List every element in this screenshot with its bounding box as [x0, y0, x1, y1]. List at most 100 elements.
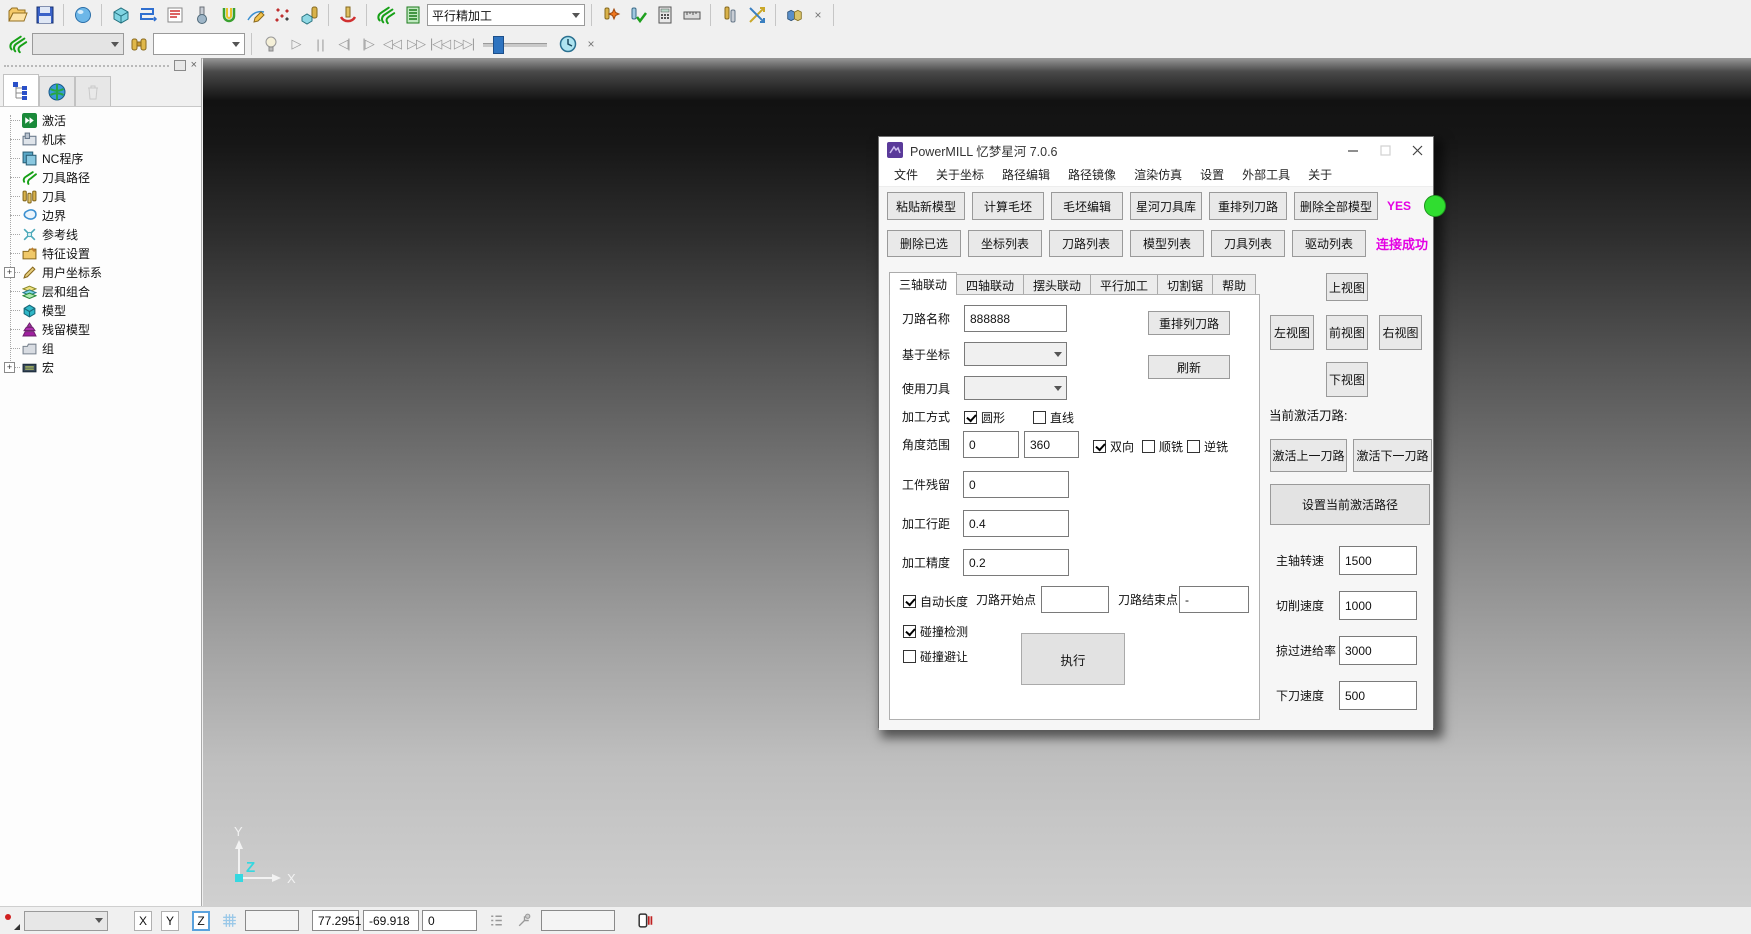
strategy-list-icon[interactable] [400, 3, 425, 27]
tab-parallel[interactable]: 平行加工 [1090, 274, 1158, 295]
menu-settings[interactable]: 设置 [1191, 166, 1233, 183]
use-tool-combo[interactable] [964, 376, 1067, 400]
probe-point-icon[interactable] [513, 910, 535, 931]
speed-slider[interactable] [483, 34, 547, 54]
pencil-curve-icon[interactable] [243, 3, 268, 27]
tree-item-model[interactable]: 模型 [0, 301, 201, 320]
model-pair-icon[interactable] [782, 3, 807, 27]
scatter-points-icon[interactable] [270, 3, 295, 27]
menu-render-sim[interactable]: 渲染仿真 [1125, 166, 1191, 183]
minimize-icon[interactable] [1337, 137, 1369, 163]
angle-end-input[interactable] [1024, 431, 1079, 458]
view-bottom-button[interactable]: 下视图 [1326, 362, 1368, 397]
skim-feed-input[interactable] [1339, 636, 1417, 665]
rewind-icon[interactable]: ◁◁ [381, 32, 403, 56]
collision-channel-icon[interactable] [216, 3, 241, 27]
climb-checkbox[interactable] [1142, 440, 1155, 453]
toolbar-close-icon[interactable]: × [582, 37, 600, 51]
tool-block-icon[interactable] [297, 3, 322, 27]
line-checkbox-row[interactable]: 直线 [1033, 409, 1074, 426]
cutting-feed-input[interactable] [1339, 591, 1417, 620]
pause-device-icon[interactable] [633, 910, 655, 931]
statusbar-combo[interactable] [24, 911, 108, 931]
step-back-icon[interactable]: ◁| [333, 32, 355, 56]
tool-library-button[interactable]: 星河刀具库 [1130, 192, 1202, 220]
tab-help[interactable]: 帮助 [1212, 274, 1256, 295]
view-front-button[interactable]: 前视图 [1326, 315, 1368, 350]
conventional-checkbox-row[interactable]: 逆铣 [1187, 438, 1228, 455]
tree-item-toolpath[interactable]: 刀具路径 [0, 168, 201, 187]
bidirectional-checkbox-row[interactable]: 双向 [1093, 438, 1134, 455]
tool-pair-icon[interactable] [717, 3, 742, 27]
open-file-icon[interactable] [5, 3, 30, 27]
panel-grip[interactable] [4, 65, 169, 67]
set-active-path-button[interactable]: 设置当前激活路径 [1270, 484, 1430, 525]
tab-explorer-tree[interactable] [3, 74, 39, 106]
collision-check-checkbox[interactable] [903, 625, 916, 638]
expand-plus-icon[interactable]: + [4, 362, 15, 373]
tree-item-group[interactable]: 组 [0, 339, 201, 358]
view-right-button[interactable]: 右视图 [1379, 315, 1422, 350]
close-icon[interactable] [1401, 137, 1433, 163]
tab-4axis[interactable]: 四轴联动 [956, 274, 1024, 295]
tab-explorer-globe[interactable] [39, 76, 75, 106]
activate-prev-path-button[interactable]: 激活上一刀路 [1270, 439, 1347, 472]
menu-about[interactable]: 关于 [1299, 166, 1341, 183]
clock-icon[interactable] [555, 32, 580, 56]
cross-tools-icon[interactable] [744, 3, 769, 27]
model-list-button[interactable]: 模型列表 [1130, 230, 1204, 257]
start-point-input[interactable] [1041, 586, 1109, 613]
sim-search-combo[interactable] [153, 33, 245, 55]
toolbar-close-icon[interactable]: × [809, 8, 827, 22]
drive-list-button[interactable]: 驱动列表 [1292, 230, 1366, 257]
tree-item-levels[interactable]: 层和组合 [0, 282, 201, 301]
tool-check-icon[interactable] [625, 3, 650, 27]
strategy-combo[interactable]: 平行精加工 [427, 4, 585, 26]
slider-handle[interactable] [493, 36, 504, 54]
view-top-button[interactable]: 上视图 [1326, 273, 1368, 301]
tool-list-button[interactable]: 刀具列表 [1211, 230, 1285, 257]
circle-checkbox-row[interactable]: 圆形 [964, 409, 1005, 426]
tree-item-stock-model[interactable]: 残留模型 [0, 320, 201, 339]
rearrange-paths-button[interactable]: 重排列刀路 [1209, 192, 1287, 220]
tree-item-nc-program[interactable]: NC程序 [0, 149, 201, 168]
tool-arc-icon[interactable] [335, 3, 360, 27]
collision-avoid-checkbox-row[interactable]: 碰撞避让 [903, 648, 968, 665]
angle-start-input[interactable] [963, 431, 1019, 458]
grid-icon[interactable] [218, 910, 240, 931]
tool-star-icon[interactable] [598, 3, 623, 27]
axis-x-button[interactable]: X [134, 911, 152, 931]
edit-stock-button[interactable]: 毛坯编辑 [1051, 192, 1123, 220]
auto-length-checkbox[interactable] [903, 595, 916, 608]
collision-avoid-checkbox[interactable] [903, 650, 916, 663]
calc-stock-button[interactable]: 计算毛坯 [972, 192, 1044, 220]
collision-check-checkbox-row[interactable]: 碰撞检测 [903, 623, 968, 640]
tree-item-tools[interactable]: 刀具 [0, 187, 201, 206]
tree-item-macro[interactable]: +宏 [0, 358, 201, 377]
tree-item-feature-set[interactable]: 特征设置 [0, 244, 201, 263]
toolpath-spring-icon[interactable] [373, 3, 398, 27]
form-lines-icon[interactable] [162, 3, 187, 27]
path-list-button[interactable]: 刀路列表 [1049, 230, 1123, 257]
lamp-icon[interactable] [258, 32, 283, 56]
tab-explorer-trash[interactable] [75, 76, 111, 106]
save-icon[interactable] [32, 3, 57, 27]
sim-toolpath-combo[interactable] [32, 33, 124, 55]
pause-icon[interactable]: | | [309, 32, 331, 56]
tree-item-machine[interactable]: 机床 [0, 130, 201, 149]
tolerance-input[interactable] [963, 549, 1069, 576]
coord-x-field[interactable]: 77.2951 [312, 910, 359, 931]
close-panel-icon[interactable]: × [191, 61, 197, 70]
step-forward-icon[interactable]: |▷ [357, 32, 379, 56]
go-start-icon[interactable]: |◁◁ [429, 32, 451, 56]
tree-item-boundary[interactable]: 边界 [0, 206, 201, 225]
fast-forward-icon[interactable]: ▷▷ [405, 32, 427, 56]
menu-external-tools[interactable]: 外部工具 [1233, 166, 1299, 183]
menu-coords[interactable]: 关于坐标 [927, 166, 993, 183]
menu-path-edit[interactable]: 路径编辑 [993, 166, 1059, 183]
stepover-input[interactable] [963, 510, 1069, 537]
tree-item-activate[interactable]: 激活 [0, 111, 201, 130]
tree-item-ucs[interactable]: +用户坐标系 [0, 263, 201, 282]
sphere-calc-icon[interactable] [70, 3, 95, 27]
climb-checkbox-row[interactable]: 顺铣 [1142, 438, 1183, 455]
